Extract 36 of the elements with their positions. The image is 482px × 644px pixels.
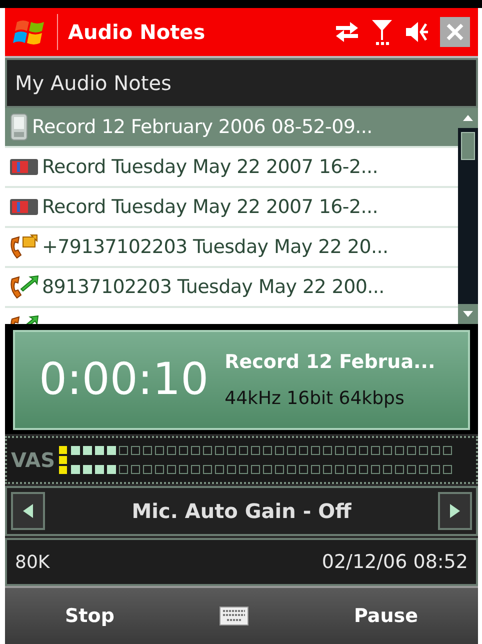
phone-incoming-icon [9,233,39,261]
sync-arrows-icon[interactable] [334,20,360,44]
stop-button[interactable]: Stop [65,602,114,630]
tape-icon [9,158,39,176]
pause-button[interactable]: Pause [354,602,418,630]
record-date: 02/12/06 08:52 [322,550,468,575]
left-arrow-icon [21,503,35,519]
note-title: Record Tuesday May 22 2007 16-2... [42,194,378,220]
window-title: Audio Notes [68,19,206,46]
folder-title: My Audio Notes [15,70,172,97]
note-title: Record Tuesday May 22 2007 16-2... [42,154,378,180]
scrollbar[interactable] [458,108,478,324]
tape-icon [9,198,39,216]
note-title: Record 12 February 2006 08-52-09... [32,114,372,140]
close-button[interactable] [440,17,470,47]
note-title: 89137102203 Tuesday May 22 200... [42,274,384,300]
previous-button[interactable] [11,492,45,530]
phone-arrow-icon [9,273,39,301]
vas-label: VAS [11,447,56,474]
speaker-icon[interactable] [404,20,430,44]
close-icon [446,23,464,41]
scroll-thumb[interactable] [461,132,475,160]
scroll-up-icon[interactable] [458,108,478,128]
note-title: +79137102203 Tuesday May 22 20... [42,234,388,260]
signal-antenna-icon[interactable] [370,18,394,46]
next-button[interactable] [438,492,472,530]
note-list-item[interactable]: Record 12 February 2006 08-52-09... [5,108,458,148]
keyboard-icon[interactable] [219,606,250,626]
gain-setting: Mic. Auto Gain - Off [132,498,352,525]
track-title: Record 12 Februa... [224,350,436,376]
elapsed-time: 0:00:10 [39,358,209,402]
right-arrow-icon [448,503,462,519]
file-size: 80K [15,550,50,574]
scroll-down-icon[interactable] [458,304,478,324]
phone-device-icon [9,113,29,141]
audio-format: 44kHz 16bit 64kbps [224,386,406,411]
